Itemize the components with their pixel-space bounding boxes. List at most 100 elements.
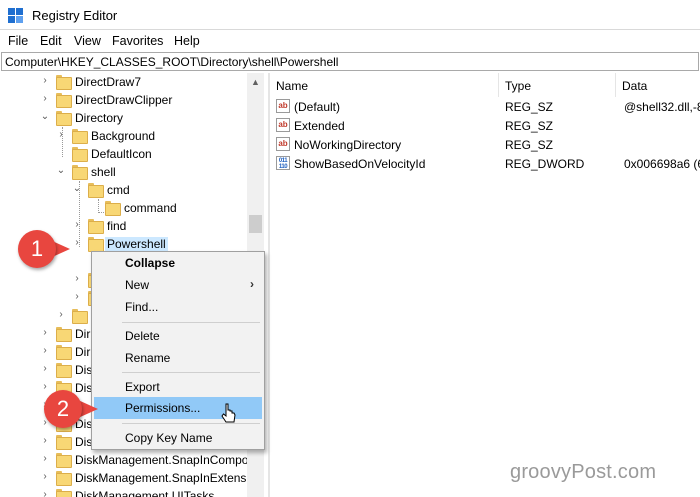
value-name: ShowBasedOnVelocityId (294, 157, 426, 171)
menu-item-new[interactable]: New › (94, 274, 262, 296)
column-header-data[interactable]: Data (616, 73, 700, 97)
menu-item-label: Delete (125, 329, 160, 343)
chevron-right-icon[interactable]: › (40, 364, 50, 374)
tree-item-label: DefaultIcon (91, 147, 152, 161)
menu-favorites[interactable]: Favorites (112, 34, 163, 48)
chevron-down-icon[interactable]: ⌄ (56, 166, 66, 176)
folder-icon (88, 219, 104, 234)
chevron-right-icon[interactable]: › (40, 382, 50, 392)
folder-icon (56, 471, 72, 486)
tree-item-label: find (107, 219, 127, 233)
folder-icon (56, 489, 72, 497)
value-type: REG_DWORD (505, 157, 585, 171)
menu-item-copy-key-name[interactable]: Copy Key Name (94, 427, 262, 449)
folder-open-icon (72, 165, 88, 180)
menu-item-export[interactable]: Export (94, 376, 262, 398)
menu-view[interactable]: View (74, 34, 101, 48)
value-type: REG_SZ (505, 100, 554, 114)
folder-icon (72, 309, 88, 324)
tree-item-label: command (124, 201, 177, 215)
value-row[interactable]: ab Extended REG_SZ (270, 116, 700, 135)
menu-item-rename[interactable]: Rename (94, 347, 262, 369)
folder-icon (56, 435, 72, 450)
folder-icon (56, 327, 72, 342)
menu-item-collapse[interactable]: Collapse (94, 252, 262, 274)
chevron-right-icon[interactable]: › (40, 436, 50, 446)
folder-icon (56, 363, 72, 378)
callout-badge-2: 2 (44, 390, 82, 428)
menu-edit[interactable]: Edit (40, 34, 62, 48)
tree-item-label: DirectDrawClipper (75, 93, 173, 107)
watermark: groovyPost.com (510, 461, 657, 483)
menu-separator (122, 372, 260, 373)
folder-icon (105, 201, 121, 216)
folder-icon (56, 75, 72, 90)
tree-item-label: shell (91, 165, 116, 179)
menu-item-delete[interactable]: Delete (94, 325, 262, 347)
value-name: Extended (294, 119, 345, 133)
callout-badge-1: 1 (18, 230, 56, 268)
tree-item-label: DirectDraw7 (75, 75, 142, 89)
value-row[interactable]: ab (Default) REG_SZ @shell32.dll,-8 (270, 97, 700, 116)
tree-item-label: cmd (107, 183, 130, 197)
chevron-right-icon[interactable]: › (40, 472, 50, 482)
chevron-right-icon[interactable]: › (40, 490, 50, 497)
tree-item-label: Dir (75, 327, 91, 341)
chevron-down-icon[interactable]: ⌄ (72, 184, 82, 194)
value-row[interactable]: ab NoWorkingDirectory REG_SZ (270, 135, 700, 154)
tree-item-label: DiskManagement.UITasks (75, 489, 215, 497)
folder-icon (72, 147, 88, 162)
menu-item-label: Find... (125, 300, 159, 314)
chevron-right-icon[interactable]: › (40, 454, 50, 464)
menu-file[interactable]: File (8, 34, 28, 48)
menu-item-label: New (125, 278, 150, 292)
folder-icon (56, 93, 72, 108)
folder-icon (56, 453, 72, 468)
dword-value-icon: 011 110 (276, 156, 290, 170)
folder-open-icon (56, 111, 72, 126)
chevron-right-icon[interactable]: › (40, 328, 50, 338)
menu-help[interactable]: Help (174, 34, 200, 48)
value-name: (Default) (294, 100, 341, 114)
tree-item-label: DiskManagement.SnapInExtensic (75, 471, 256, 485)
string-value-icon: ab (276, 118, 290, 132)
submenu-arrow-icon: › (250, 277, 254, 291)
value-type: REG_SZ (505, 119, 554, 133)
chevron-right-icon[interactable]: › (72, 274, 82, 284)
column-header-type[interactable]: Type (499, 73, 615, 97)
chevron-right-icon[interactable]: › (56, 310, 66, 320)
value-row[interactable]: 011 110 ShowBasedOnVelocityId REG_DWORD … (270, 154, 700, 173)
address-path: Computer\HKEY_CLASSES_ROOT\Directory\she… (5, 55, 339, 69)
column-header-name[interactable]: Name (270, 73, 498, 97)
menu-item-label: Collapse (125, 256, 176, 270)
context-menu: Collapse New › Find... Delete Rename Exp… (91, 251, 265, 450)
menu-bar: File Edit View Favorites Help (0, 31, 700, 51)
chevron-right-icon[interactable]: › (72, 220, 82, 230)
scroll-thumb[interactable] (249, 215, 262, 233)
chevron-right-icon[interactable]: › (40, 94, 50, 104)
window-title: Registry Editor (32, 8, 118, 23)
menu-item-find[interactable]: Find... (94, 296, 262, 318)
menu-separator (122, 322, 260, 323)
chevron-right-icon[interactable]: › (72, 238, 82, 248)
scroll-up-arrow-icon[interactable]: ▲ (251, 77, 260, 87)
chevron-right-icon[interactable]: › (56, 130, 66, 140)
chevron-right-icon[interactable]: › (40, 346, 50, 356)
tree-item-label: Dir (75, 345, 91, 359)
menu-item-label: Rename (125, 351, 171, 365)
value-data: 0x006698a6 (67 (624, 157, 700, 171)
chevron-right-icon[interactable]: › (72, 292, 82, 302)
chevron-right-icon[interactable]: › (40, 76, 50, 86)
title-bar: Registry Editor (0, 0, 700, 30)
tree-item-label: Directory (75, 111, 124, 125)
menu-item-label: Copy Key Name (125, 431, 213, 445)
address-bar[interactable]: Computer\HKEY_CLASSES_ROOT\Directory\she… (1, 52, 699, 71)
tree-item-label: Dis (75, 363, 93, 377)
folder-icon (72, 129, 88, 144)
registry-editor-icon (8, 8, 24, 24)
values-list[interactable]: Name Type Data ab (Default) REG_SZ @shel… (270, 73, 700, 497)
string-value-icon: ab (276, 137, 290, 151)
chevron-down-icon[interactable]: ⌄ (40, 112, 50, 122)
folder-open-icon (88, 183, 104, 198)
value-name: NoWorkingDirectory (294, 138, 402, 152)
